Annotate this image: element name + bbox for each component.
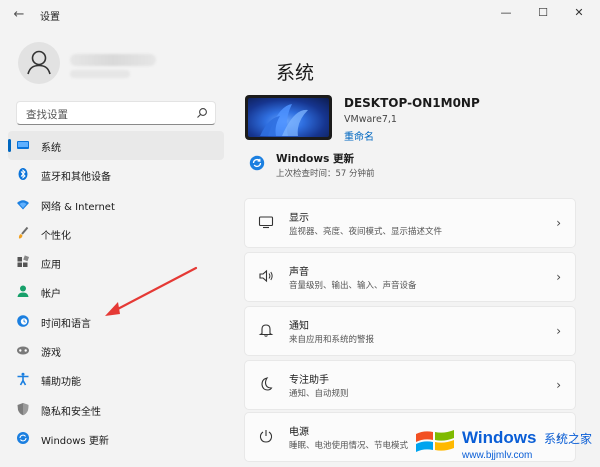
settings-card-focus-assist[interactable]: 专注助手 通知、自动规则 › bbox=[244, 360, 576, 410]
rename-link[interactable]: 重命名 bbox=[344, 128, 374, 143]
sidebar-item-label: 系统 bbox=[41, 143, 61, 154]
settings-card-sound[interactable]: 声音 音量级别、输出、输入、声音设备 › bbox=[244, 252, 576, 302]
sidebar-item-label: Windows 更新 bbox=[41, 435, 109, 447]
card-title: 显示 bbox=[289, 213, 309, 224]
wallpaper-preview bbox=[248, 98, 329, 137]
brush-icon bbox=[18, 226, 29, 239]
search-placeholder: 查找设置 bbox=[26, 109, 68, 121]
search-icon[interactable] bbox=[196, 107, 208, 119]
chevron-right-icon: › bbox=[556, 216, 561, 230]
shield-icon bbox=[17, 402, 29, 415]
person-icon bbox=[27, 50, 51, 75]
sidebar-item-label: 隐私和安全性 bbox=[41, 406, 101, 418]
card-title: 电源 bbox=[289, 427, 309, 438]
sidebar-item-accessibility[interactable]: 辅助功能 bbox=[8, 365, 224, 394]
sidebar-item-label: 网络 & Internet bbox=[41, 201, 115, 213]
sidebar-item-label: 应用 bbox=[41, 260, 61, 272]
wifi-icon bbox=[17, 199, 29, 210]
sidebar-item-apps[interactable]: 应用 bbox=[8, 248, 224, 277]
chevron-right-icon: › bbox=[556, 324, 561, 338]
title-bar: ← 设置 — ☐ ✕ bbox=[0, 0, 600, 30]
card-description: 通知、自动规则 bbox=[289, 389, 349, 399]
windows-update-last-checked: 上次检查时间：57 分钟前 bbox=[276, 169, 375, 179]
moon-icon bbox=[261, 377, 273, 391]
search-input[interactable]: 查找设置 bbox=[16, 101, 216, 125]
user-name-redacted bbox=[70, 54, 156, 66]
chevron-right-icon: › bbox=[556, 378, 561, 392]
card-title: 专注助手 bbox=[289, 375, 329, 386]
device-thumbnail bbox=[245, 95, 332, 140]
sidebar-item-label: 游戏 bbox=[41, 348, 61, 360]
sidebar-item-system[interactable]: 系统 bbox=[8, 131, 224, 161]
windows-logo-icon bbox=[416, 430, 454, 452]
settings-card-notifications[interactable]: 通知 来自应用和系统的警报 › bbox=[244, 306, 576, 356]
watermark-url: www.bjjmlv.com bbox=[462, 450, 533, 461]
card-title: 通知 bbox=[289, 321, 309, 332]
sidebar-item-privacy[interactable]: 隐私和安全性 bbox=[8, 395, 224, 424]
accessibility-icon bbox=[17, 373, 29, 386]
device-model: VMware7,1 bbox=[344, 114, 397, 125]
display-icon bbox=[258, 216, 274, 229]
sidebar-item-label: 蓝牙和其他设备 bbox=[41, 172, 111, 184]
chevron-right-icon: › bbox=[556, 270, 561, 284]
card-description: 音量级别、输出、输入、声音设备 bbox=[289, 281, 417, 291]
sidebar-item-label: 辅助功能 bbox=[41, 377, 81, 389]
windows-bloom-icon bbox=[260, 104, 308, 136]
apps-icon bbox=[17, 255, 30, 268]
back-arrow-icon[interactable]: ← bbox=[10, 6, 28, 24]
card-description: 睡眠、电池使用情况、节电模式 bbox=[289, 441, 409, 451]
monitor-icon bbox=[17, 141, 29, 149]
sidebar-item-network[interactable]: 网络 & Internet bbox=[8, 190, 224, 219]
update-icon bbox=[17, 431, 29, 444]
gamepad-icon bbox=[17, 346, 29, 355]
watermark: Windows 系统之家 www.bjjmlv.com bbox=[400, 418, 600, 467]
sidebar-item-gaming[interactable]: 游戏 bbox=[8, 336, 224, 365]
settings-card-display[interactable]: 显示 监视器、亮度、夜间模式、显示描述文件 › bbox=[244, 198, 576, 248]
sidebar-item-windows-update[interactable]: Windows 更新 bbox=[8, 424, 224, 453]
close-button[interactable]: ✕ bbox=[568, 4, 590, 22]
sidebar-item-label: 帐户 bbox=[41, 289, 61, 301]
user-email-redacted bbox=[70, 70, 130, 78]
person-icon bbox=[17, 285, 29, 298]
maximize-button[interactable]: ☐ bbox=[532, 4, 554, 22]
page-title: 系统 bbox=[276, 62, 315, 84]
card-description: 监视器、亮度、夜间模式、显示描述文件 bbox=[289, 227, 443, 237]
bluetooth-icon bbox=[18, 168, 28, 181]
sidebar-nav: 系统 蓝牙和其他设备 网络 & Internet 个性化 应用 帐户 时间和语言… bbox=[8, 131, 224, 453]
user-profile[interactable] bbox=[18, 42, 218, 88]
card-description: 来自应用和系统的警报 bbox=[289, 335, 375, 345]
sidebar-item-label: 个性化 bbox=[41, 230, 71, 242]
windows-update-title[interactable]: Windows 更新 bbox=[276, 151, 354, 166]
app-title: 设置 bbox=[40, 12, 60, 23]
watermark-brand: Windows bbox=[462, 428, 537, 447]
sidebar-item-bluetooth[interactable]: 蓝牙和其他设备 bbox=[8, 160, 224, 189]
sidebar-item-time-language[interactable]: 时间和语言 bbox=[8, 307, 224, 336]
watermark-site-name: 系统之家 bbox=[544, 432, 593, 446]
speaker-icon bbox=[259, 269, 273, 283]
card-title: 声音 bbox=[289, 267, 309, 278]
power-icon bbox=[259, 430, 273, 443]
sidebar-item-personalization[interactable]: 个性化 bbox=[8, 219, 224, 248]
bell-icon bbox=[258, 324, 274, 337]
avatar bbox=[18, 42, 60, 84]
device-name: DESKTOP-ON1M0NP bbox=[344, 96, 480, 110]
sidebar-item-label: 时间和语言 bbox=[41, 318, 91, 330]
globe-clock-icon bbox=[17, 314, 29, 327]
minimize-button[interactable]: — bbox=[495, 4, 517, 22]
windows-update-icon bbox=[249, 155, 265, 171]
sidebar-item-accounts[interactable]: 帐户 bbox=[8, 277, 224, 306]
